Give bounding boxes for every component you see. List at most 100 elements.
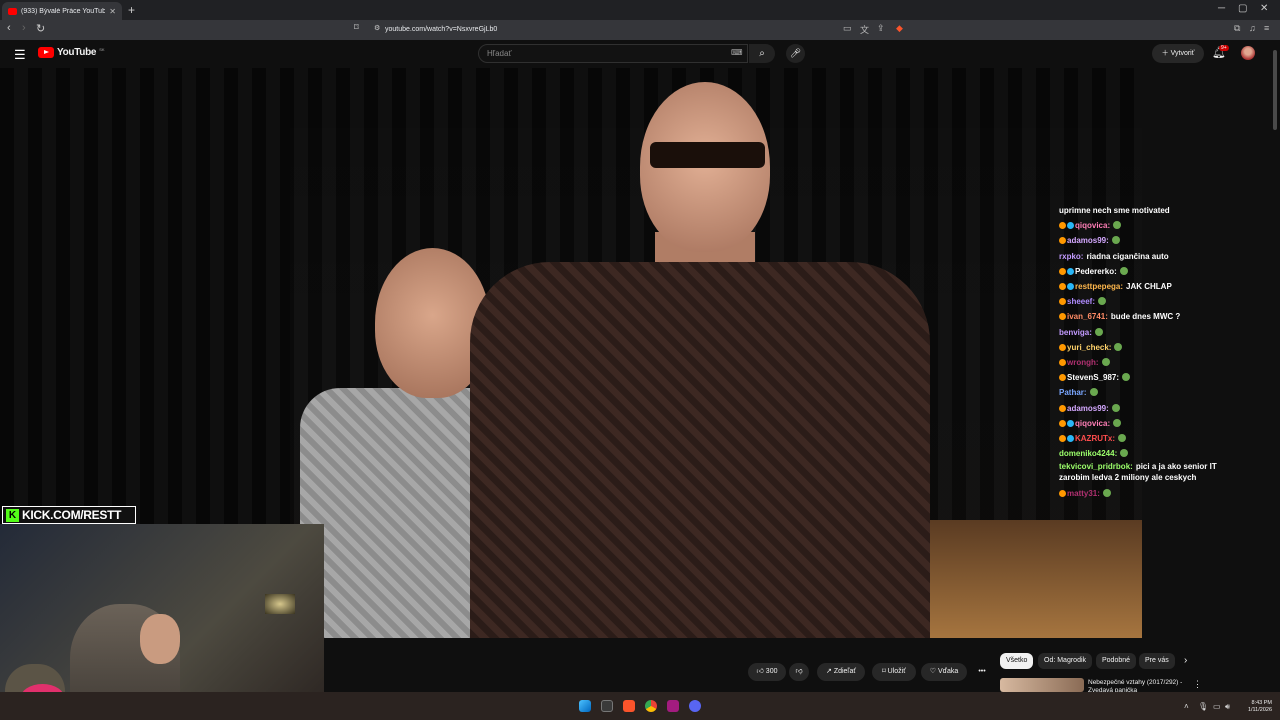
site-info-icon[interactable]: ⚙	[374, 24, 380, 32]
discord-icon[interactable]	[689, 700, 701, 712]
chat-badge-icon	[1067, 267, 1074, 275]
chat-badge-icon	[1067, 435, 1074, 443]
taskbar-clock[interactable]: 8:43 PM 1/11/2026	[1238, 700, 1272, 714]
close-window-icon[interactable]: ✕	[1260, 3, 1268, 14]
chat-text: riadna ciganĉina auto	[1086, 251, 1169, 261]
cast-icon[interactable]: ▭	[843, 23, 852, 34]
chat-emote-icon	[1089, 388, 1098, 397]
chat-message: resttpepega: JAK CHLAP	[1059, 279, 1259, 294]
translate-icon[interactable]: 文	[860, 23, 869, 36]
reload-icon[interactable]: ↻	[36, 22, 45, 35]
share-label: Zdieľať	[833, 668, 856, 675]
chat-badge-icon	[1067, 419, 1074, 427]
chat-username[interactable]: resttpepega:	[1075, 282, 1123, 291]
chip-for-you[interactable]: Pre vás	[1139, 653, 1175, 669]
windows-start-icon[interactable]	[579, 700, 591, 712]
create-button[interactable]: ＋ Vytvoriť	[1152, 44, 1204, 63]
share-icon[interactable]: ⇪	[877, 23, 885, 34]
chat-emote-icon	[1111, 236, 1120, 245]
chat-username[interactable]: wrongh:	[1067, 358, 1099, 367]
chat-username[interactable]: yuri_check:	[1067, 343, 1111, 352]
brave-shield-icon[interactable]: ◆	[896, 23, 903, 34]
chat-emote-icon	[1111, 403, 1120, 412]
chat-badge-icon	[1059, 435, 1066, 443]
search-input[interactable]: Hľadať	[478, 44, 748, 63]
chat-message: sheeef:	[1059, 294, 1259, 309]
chat-username[interactable]: adamos99:	[1067, 404, 1109, 413]
youtube-logo[interactable]: YouTube SK	[38, 47, 105, 58]
volume-icon[interactable]: 🔊︎	[1225, 702, 1230, 712]
chat-badge-icon	[1059, 283, 1066, 291]
chat-badge-icon	[1059, 343, 1066, 351]
chat-username[interactable]: tekvicovi_pridrbok:	[1059, 462, 1133, 471]
chat-message: ivan_6741: bude dnes MWC ?	[1059, 309, 1259, 324]
search-button[interactable]: ⌕	[749, 44, 775, 63]
avatar[interactable]	[1241, 46, 1255, 60]
share-button[interactable]: ↗ Zdieľať	[817, 663, 865, 681]
recommendation-menu-icon[interactable]: ⋮	[1193, 679, 1202, 690]
chat-username[interactable]: ivan_6741:	[1067, 312, 1108, 321]
youtube-favicon-icon	[8, 7, 17, 15]
back-icon[interactable]: ‹	[7, 22, 11, 34]
microphone-tray-icon[interactable]: 🎙︎	[1198, 702, 1208, 711]
thumbs-up-icon: 👍︎	[756, 668, 764, 675]
chat-badge-icon	[1059, 298, 1066, 306]
close-tab-icon[interactable]: ✕	[109, 7, 116, 16]
tray-chevron-icon[interactable]: ˄	[1184, 702, 1189, 711]
more-actions-button[interactable]: •••	[973, 663, 991, 681]
dislike-button[interactable]: 👎︎	[789, 663, 809, 681]
chat-username[interactable]: Pathar:	[1059, 388, 1087, 397]
kick-url-text: KICK.COM/RESTT	[22, 508, 122, 522]
thanks-button[interactable]: ♡ Vďaka	[921, 663, 967, 681]
recommendation-thumbnail[interactable]	[1000, 678, 1084, 692]
media-icon[interactable]: ♫	[1249, 23, 1256, 33]
region-code: SK	[99, 47, 105, 52]
chrome-icon[interactable]	[645, 700, 657, 712]
guide-menu-icon[interactable]: ☰	[14, 47, 26, 63]
webcam-overlay	[0, 524, 324, 720]
chat-username[interactable]: KAZRUTx:	[1075, 434, 1115, 443]
save-button[interactable]: ⌑ Uložiť	[872, 663, 916, 681]
forward-icon[interactable]: ›	[22, 22, 26, 34]
chat-username[interactable]: Pedererko:	[1075, 267, 1117, 276]
chat-username[interactable]: sheeef:	[1067, 297, 1095, 306]
maximize-icon[interactable]: ▢	[1238, 3, 1247, 14]
network-icon[interactable]: ▭	[1213, 702, 1221, 711]
youtube-play-icon	[38, 47, 54, 58]
like-button[interactable]: 👍︎ 300	[748, 663, 786, 681]
chat-message: adamos99:	[1059, 401, 1259, 416]
minimize-icon[interactable]: ─	[1218, 3, 1225, 14]
share-arrow-icon: ↗	[825, 668, 832, 675]
chat-username[interactable]: qiqovica:	[1075, 419, 1110, 428]
chip-all[interactable]: Všetko	[1000, 653, 1034, 669]
brave-browser-icon[interactable]	[623, 700, 635, 712]
url-field[interactable]: youtube.com/watch?v=NsxvreGjLb0	[385, 22, 905, 37]
chat-username[interactable]: domeniko4244:	[1059, 449, 1117, 458]
mic-icon: 🎤︎	[789, 48, 802, 58]
new-tab-button[interactable]: +	[128, 3, 135, 17]
menu-icon[interactable]: ≡	[1264, 23, 1269, 33]
extensions-icon[interactable]: ⧉	[1234, 23, 1240, 34]
chat-username[interactable]: qiqovica:	[1075, 221, 1110, 230]
chat-username[interactable]: benviga:	[1059, 328, 1092, 337]
chip-from-channel[interactable]: Od: Magrodik	[1038, 653, 1093, 669]
browser-tab[interactable]: (933) Bývalé Práce YouTuberov ✕	[2, 2, 122, 20]
bookmark-icon[interactable]: ⌑	[354, 22, 359, 33]
task-view-icon[interactable]	[601, 700, 613, 712]
chat-username[interactable]: StevenS_987:	[1067, 373, 1119, 382]
media-app-icon[interactable]	[667, 700, 679, 712]
chat-emote-icon	[1098, 297, 1107, 306]
bookmark-save-icon: ⌑	[882, 668, 886, 675]
scrollbar-thumb[interactable]	[1273, 50, 1277, 130]
chat-username[interactable]: adamos99:	[1067, 236, 1109, 245]
notification-badge: 9+	[1219, 45, 1229, 51]
keyboard-icon[interactable]: ⌨	[731, 48, 743, 57]
chip-related[interactable]: Podobné	[1096, 653, 1137, 669]
voice-search-button[interactable]: 🎤︎	[786, 44, 805, 63]
chat-username[interactable]: matty31:	[1067, 489, 1100, 498]
chat-message: yuri_check:	[1059, 340, 1259, 355]
chat-username[interactable]: rxpko:	[1059, 252, 1083, 261]
page-scrollbar[interactable]	[1272, 40, 1278, 690]
chevron-right-icon[interactable]: ›	[1184, 655, 1187, 666]
chat-message: benviga:	[1059, 325, 1259, 340]
